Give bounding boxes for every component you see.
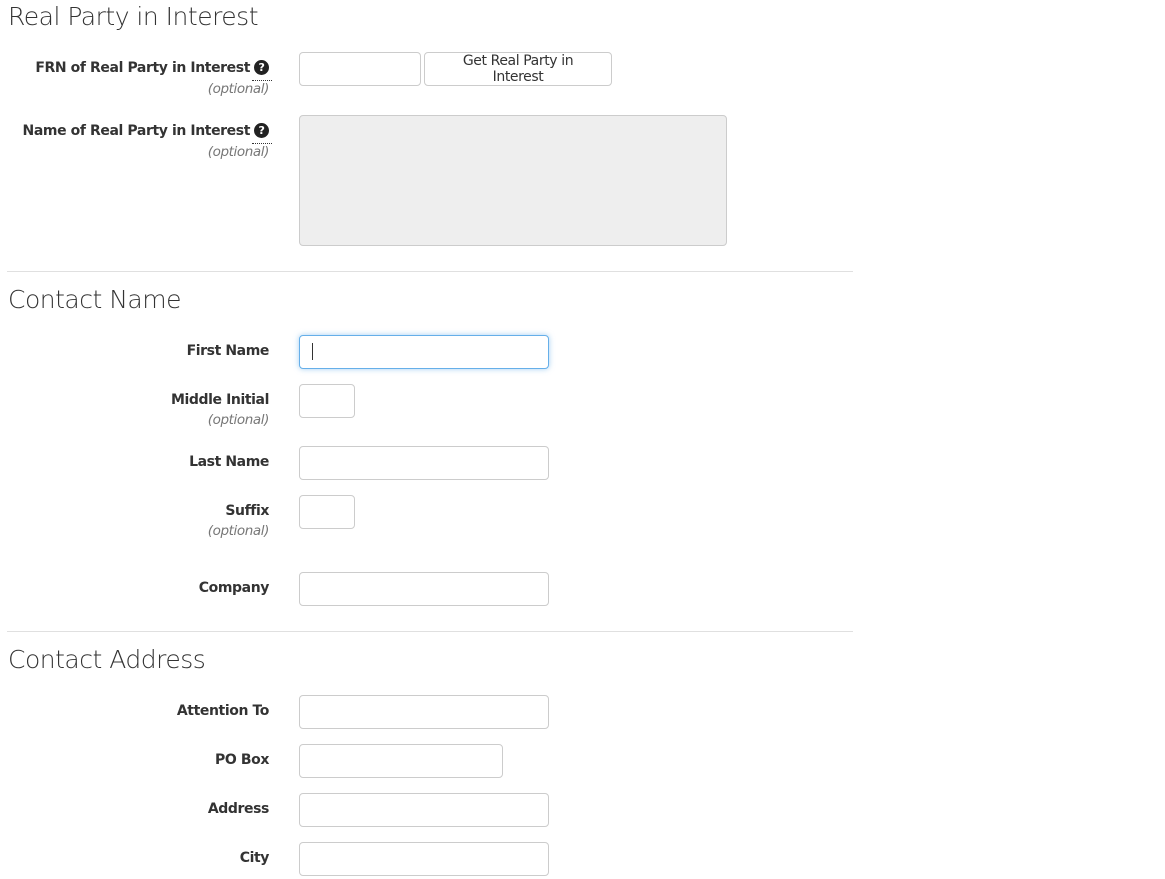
help-icon[interactable]: ? [252,60,272,81]
middle-initial-label: Middle Initial [170,392,269,408]
name-real-party-label-text: Name of Real Party in Interest [22,123,251,139]
frn-optional: (optional) [207,81,270,97]
section-title-contact-name: Contact Name [8,285,181,314]
name-real-party-label: Name of Real Party in Interest? [22,123,272,144]
frn-input[interactable] [299,52,421,86]
last-name-label: Last Name [189,454,269,470]
name-real-party-optional: (optional) [207,144,270,160]
text-cursor [312,343,313,360]
frn-label-text: FRN of Real Party in Interest [35,60,250,76]
section-title-contact-address: Contact Address [8,645,206,674]
section-title-real-party: Real Party in Interest [8,2,259,31]
name-real-party-textarea[interactable] [299,115,727,246]
first-name-label: First Name [186,343,270,359]
frn-label: FRN of Real Party in Interest? [35,60,272,81]
last-name-input[interactable] [299,446,549,480]
section-divider [7,631,853,632]
po-box-input[interactable] [299,744,503,778]
company-label: Company [198,580,270,596]
suffix-input[interactable] [299,495,355,529]
attention-to-input[interactable] [299,695,549,729]
middle-initial-input[interactable] [299,384,355,418]
city-label: City [239,850,270,866]
get-real-party-button[interactable]: Get Real Party in Interest [424,52,612,86]
section-divider [7,271,853,272]
help-icon[interactable]: ? [252,123,272,144]
middle-initial-optional: (optional) [207,412,270,428]
attention-to-label: Attention To [176,703,270,719]
address-label: Address [207,801,270,817]
first-name-input[interactable] [299,335,549,369]
suffix-label: Suffix [225,503,269,519]
po-box-label: PO Box [215,752,269,768]
address-input[interactable] [299,793,549,827]
company-input[interactable] [299,572,549,606]
suffix-optional: (optional) [207,523,270,539]
city-input[interactable] [299,842,549,876]
